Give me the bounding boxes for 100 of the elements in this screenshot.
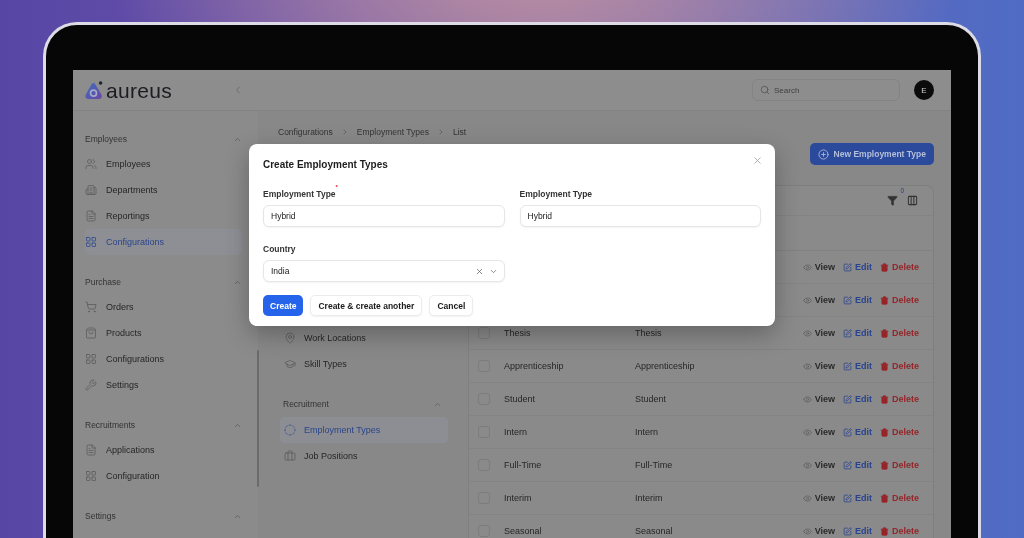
sidebar-item[interactable]: Configurations xyxy=(85,229,242,255)
clear-icon[interactable] xyxy=(474,266,484,276)
edit-link[interactable]: Edit xyxy=(843,526,872,536)
sidebar-item[interactable]: Configuration xyxy=(85,463,242,489)
delete-link[interactable]: Delete xyxy=(880,361,919,371)
table-cell: Intern xyxy=(635,427,658,437)
grid-icon xyxy=(85,236,97,248)
delete-link[interactable]: Delete xyxy=(880,328,919,338)
secondary-button[interactable]: Create & create another xyxy=(310,295,423,316)
view-link[interactable]: View xyxy=(802,427,835,437)
sidebar-item[interactable]: Settings xyxy=(85,372,242,398)
table-cell: Intern xyxy=(504,427,527,437)
sidebar-item[interactable]: Applications xyxy=(85,437,242,463)
sidebar-item[interactable]: Employees xyxy=(85,151,242,177)
delete-link[interactable]: Delete xyxy=(880,295,919,305)
eye-icon xyxy=(802,295,812,305)
table-cell: Full-Time xyxy=(635,460,673,470)
text-field[interactable]: Hybrid xyxy=(263,205,505,227)
edit-icon xyxy=(843,526,852,536)
table-cell: Interim xyxy=(635,493,663,503)
row-checkbox[interactable] xyxy=(478,327,490,339)
map-pin-icon xyxy=(284,332,296,344)
breadcrumb-link[interactable]: Employment Types xyxy=(356,127,429,137)
delete-link[interactable]: Delete xyxy=(880,493,919,503)
trash-icon xyxy=(880,361,889,371)
trash-icon xyxy=(880,427,889,437)
avatar[interactable]: E xyxy=(914,80,934,100)
subnav-item[interactable]: Employment Types xyxy=(280,417,448,443)
trash-icon xyxy=(880,328,889,338)
document-icon xyxy=(85,444,97,456)
breadcrumb-link[interactable]: Configurations xyxy=(278,127,333,137)
delete-link[interactable]: Delete xyxy=(880,427,919,437)
view-link[interactable]: View xyxy=(802,526,835,536)
table-cell: Apprenticeship xyxy=(635,361,695,371)
primary-button[interactable]: Create xyxy=(263,295,304,316)
grid-icon xyxy=(85,470,97,482)
delete-link[interactable]: Delete xyxy=(880,526,919,536)
view-link[interactable]: View xyxy=(802,493,835,503)
table-cell: Student xyxy=(635,394,667,404)
columns-icon[interactable] xyxy=(907,195,918,206)
delete-link[interactable]: Delete xyxy=(880,262,919,272)
delete-link[interactable]: Delete xyxy=(880,460,919,470)
edit-icon xyxy=(843,460,852,470)
select-field[interactable]: India xyxy=(263,260,505,282)
group-label: Purchase xyxy=(85,277,121,287)
view-link[interactable]: View xyxy=(802,361,835,371)
table-cell: Seasonal xyxy=(635,526,673,536)
field-label: Country xyxy=(263,243,296,255)
edit-icon xyxy=(843,262,852,272)
table-cell: Seasonal xyxy=(504,526,542,536)
sidebar-item[interactable]: Reportings xyxy=(85,203,242,229)
document-icon xyxy=(85,210,97,222)
search-icon xyxy=(760,85,770,95)
dashed-circle-icon xyxy=(284,424,296,436)
cart-icon xyxy=(85,301,97,313)
eye-icon xyxy=(802,526,812,536)
close-icon[interactable] xyxy=(752,155,763,166)
eye-icon xyxy=(802,262,812,272)
view-link[interactable]: View xyxy=(802,460,835,470)
view-link[interactable]: View xyxy=(802,295,835,305)
view-link[interactable]: View xyxy=(802,328,835,338)
subnav-item[interactable]: Work Locations xyxy=(280,325,448,351)
edit-icon xyxy=(843,295,852,305)
edit-link[interactable]: Edit xyxy=(843,361,872,371)
edit-icon xyxy=(843,493,852,503)
edit-link[interactable]: Edit xyxy=(843,493,872,503)
edit-link[interactable]: Edit xyxy=(843,295,872,305)
group-label: Recruitment xyxy=(283,399,329,409)
edit-link[interactable]: Edit xyxy=(843,460,872,470)
eye-icon xyxy=(802,361,812,371)
building-icon xyxy=(85,184,97,196)
delete-link[interactable]: Delete xyxy=(880,394,919,404)
sidebar-item[interactable]: Departments xyxy=(85,177,242,203)
trash-icon xyxy=(880,460,889,470)
table-cell: Interim xyxy=(504,493,532,503)
eye-icon xyxy=(802,427,812,437)
subnav-item[interactable]: Job Positions xyxy=(280,443,448,469)
subnav-item[interactable]: Skill Types xyxy=(280,351,448,377)
new-employment-type-button[interactable]: New Employment Type xyxy=(809,143,934,165)
logo-text: aureus xyxy=(106,79,172,101)
view-link[interactable]: View xyxy=(802,394,835,404)
trash-icon xyxy=(880,526,889,536)
edit-link[interactable]: Edit xyxy=(843,262,872,272)
eye-icon xyxy=(802,394,812,404)
sidebar-item[interactable]: Products xyxy=(85,320,242,346)
view-link[interactable]: View xyxy=(802,262,835,272)
table-cell: Student xyxy=(504,394,536,404)
secondary-button[interactable]: Cancel xyxy=(429,295,474,316)
sidebar-item[interactable]: Orders xyxy=(85,294,242,320)
table-cell: Thesis xyxy=(635,328,662,338)
plus-circle-icon xyxy=(817,148,829,160)
edit-link[interactable]: Edit xyxy=(843,328,872,338)
search-field[interactable]: Search xyxy=(752,79,900,101)
edit-link[interactable]: Edit xyxy=(843,394,872,404)
edit-link[interactable]: Edit xyxy=(843,427,872,437)
field-label: Employment Type xyxy=(519,188,593,200)
text-field[interactable]: Hybrid xyxy=(519,205,761,227)
sidebar-item[interactable]: Configurations xyxy=(85,346,242,372)
filter-icon[interactable] xyxy=(887,195,898,206)
eye-icon xyxy=(802,460,812,470)
